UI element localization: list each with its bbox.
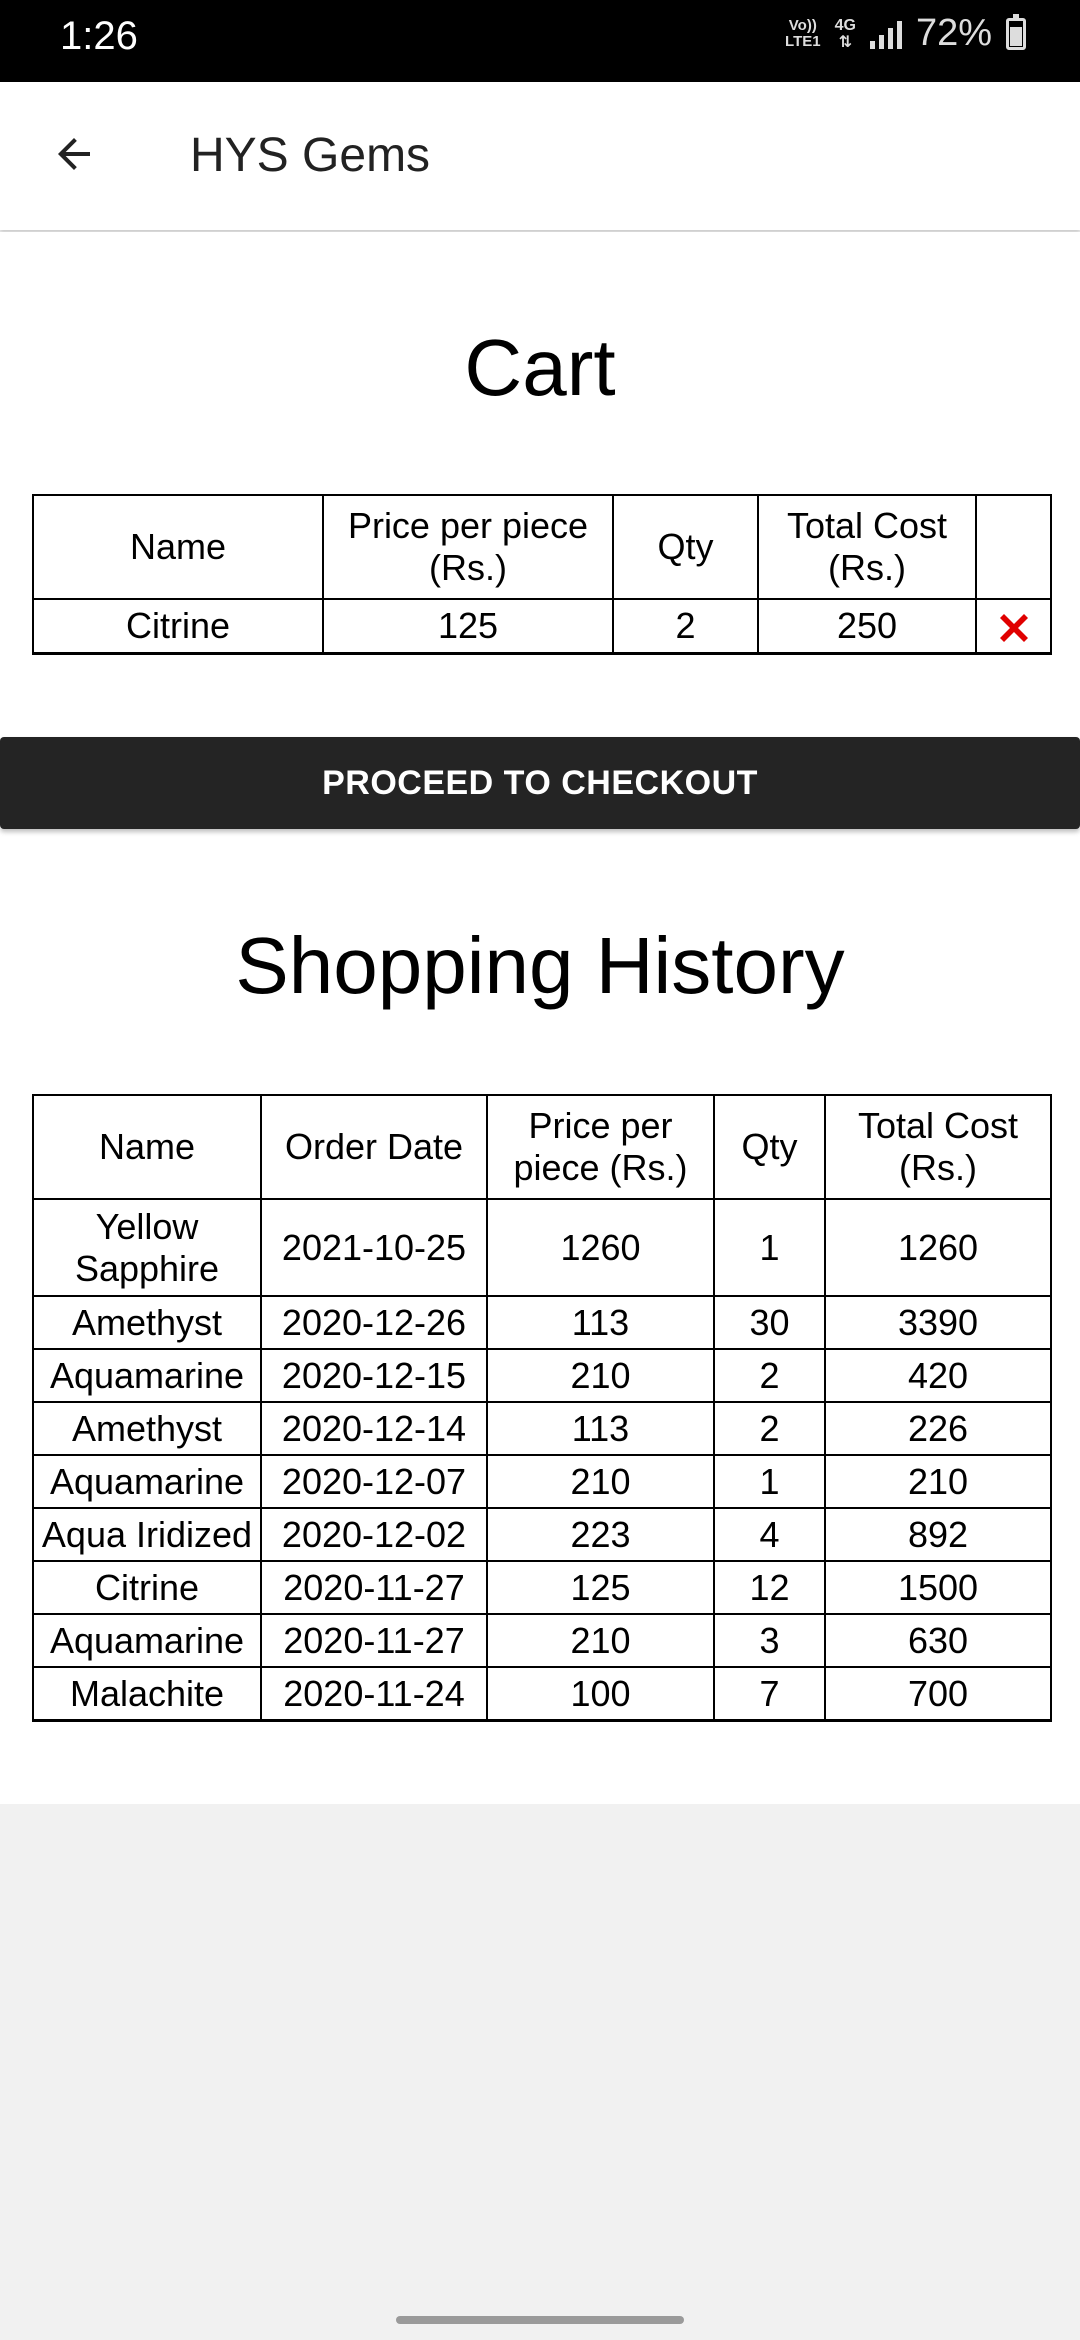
history-total: 3390 (824, 1295, 1052, 1350)
history-price: 210 (486, 1454, 715, 1509)
history-qty: 1 (713, 1198, 826, 1297)
history-name: Amethyst (32, 1401, 262, 1456)
history-qty: 1 (713, 1454, 826, 1509)
history-date: 2020-11-27 (260, 1560, 488, 1615)
lte-label: LTE1 (785, 32, 821, 50)
history-header-qty: Qty (713, 1094, 826, 1200)
history-name: Malachite (32, 1666, 262, 1722)
history-name: Amethyst (32, 1295, 262, 1350)
history-qty: 7 (713, 1666, 826, 1722)
battery-percent: 72% (915, 12, 992, 54)
cart-header-qty: Qty (612, 494, 759, 600)
history-price: 113 (486, 1295, 715, 1350)
history-name: Aquamarine (32, 1348, 262, 1403)
history-row: Yellow Sapphire 2021-10-25 1260 1 1260 (32, 1198, 1052, 1297)
status-icons: Vo)) LTE1 4G ⇅ 72% (785, 12, 1026, 55)
history-price: 125 (486, 1560, 715, 1615)
cart-header-action (975, 494, 1052, 600)
history-price: 210 (486, 1613, 715, 1668)
cart-item-qty: 2 (612, 598, 759, 655)
history-row: Aquamarine 2020-12-07 210 1 210 (32, 1454, 1052, 1509)
cart-item-total: 250 (757, 598, 977, 655)
cart-header-total: Total Cost (Rs.) (757, 494, 977, 600)
history-header-name: Name (32, 1094, 262, 1200)
app-title: HYS Gems (190, 129, 431, 182)
history-price: 210 (486, 1348, 715, 1403)
history-name: Aquamarine (32, 1613, 262, 1668)
status-time: 1:26 (60, 14, 138, 58)
history-row: Aquamarine 2020-11-27 210 3 630 (32, 1613, 1052, 1668)
network-4g-indicator: 4G ⇅ (835, 17, 856, 51)
cart-item-delete-cell (975, 598, 1052, 655)
history-total: 700 (824, 1666, 1052, 1722)
history-date: 2020-11-27 (260, 1613, 488, 1668)
history-qty: 2 (713, 1401, 826, 1456)
cart-row: Citrine 125 2 250 (32, 598, 1052, 655)
cart-item-price: 125 (322, 598, 614, 655)
history-qty: 30 (713, 1295, 826, 1350)
history-row: Amethyst 2020-12-14 113 2 226 (32, 1401, 1052, 1456)
history-qty: 4 (713, 1507, 826, 1562)
back-button[interactable] (38, 118, 110, 190)
history-header-row: Name Order Date Price per piece (Rs.) Qt… (32, 1094, 1052, 1200)
arrow-back-icon (58, 138, 90, 170)
main-content: Cart Name Price per piece (Rs.) Qty Tota… (0, 232, 1080, 1804)
history-header-price: Price per piece (Rs.) (486, 1094, 715, 1200)
cart-item-name: Citrine (32, 598, 324, 655)
history-total: 210 (824, 1454, 1052, 1509)
history-price: 1260 (486, 1198, 715, 1297)
status-bar: 1:26 Vo)) LTE1 4G ⇅ 72% (0, 0, 1080, 82)
battery-icon (1006, 13, 1026, 50)
history-header-date: Order Date (260, 1094, 488, 1200)
history-date: 2020-12-26 (260, 1295, 488, 1350)
history-name: Citrine (32, 1560, 262, 1615)
history-row: Malachite 2020-11-24 100 7 700 (32, 1666, 1052, 1722)
cart-header-name: Name (32, 494, 324, 600)
history-total: 630 (824, 1613, 1052, 1668)
history-header-total: Total Cost (Rs.) (824, 1094, 1052, 1200)
signal-strength-icon (869, 19, 902, 49)
history-name: Aqua Iridized (32, 1507, 262, 1562)
history-total: 1260 (824, 1198, 1052, 1297)
volte-indicator: Vo)) LTE1 (785, 16, 821, 50)
history-date: 2020-12-14 (260, 1401, 488, 1456)
history-name: Aquamarine (32, 1454, 262, 1509)
shopping-history-title: Shopping History (235, 921, 845, 1010)
history-price: 223 (486, 1507, 715, 1562)
remove-item-button[interactable] (994, 608, 1034, 648)
history-date: 2021-10-25 (260, 1198, 488, 1297)
close-x-icon (999, 613, 1028, 642)
history-name: Yellow Sapphire (32, 1198, 262, 1297)
history-row: Aquamarine 2020-12-15 210 2 420 (32, 1348, 1052, 1403)
app-bar: HYS Gems (0, 82, 1080, 230)
volte-label: Vo)) (788, 16, 817, 34)
network-type-label: 4G (834, 16, 856, 34)
history-qty: 2 (713, 1348, 826, 1403)
proceed-to-checkout-button[interactable]: PROCEED TO CHECKOUT (0, 737, 1080, 829)
history-qty: 3 (713, 1613, 826, 1668)
home-gesture-bar[interactable] (396, 2316, 684, 2324)
cart-table: Name Price per piece (Rs.) Qty Total Cos… (32, 494, 1052, 655)
history-total: 1500 (824, 1560, 1052, 1615)
history-row: Citrine 2020-11-27 125 12 1500 (32, 1560, 1052, 1615)
history-row: Amethyst 2020-12-26 113 30 3390 (32, 1295, 1052, 1350)
data-arrows-icon: ⇅ (838, 33, 852, 51)
history-total: 226 (824, 1401, 1052, 1456)
cart-title: Cart (464, 323, 616, 412)
history-date: 2020-12-02 (260, 1507, 488, 1562)
history-total: 892 (824, 1507, 1052, 1562)
history-date: 2020-12-07 (260, 1454, 488, 1509)
history-date: 2020-11-24 (260, 1666, 488, 1722)
history-date: 2020-12-15 (260, 1348, 488, 1403)
cart-header-row: Name Price per piece (Rs.) Qty Total Cos… (32, 494, 1052, 600)
history-total: 420 (824, 1348, 1052, 1403)
history-qty: 12 (713, 1560, 826, 1615)
history-price: 100 (486, 1666, 715, 1722)
cart-header-price: Price per piece (Rs.) (322, 494, 614, 600)
shopping-history-table: Name Order Date Price per piece (Rs.) Qt… (32, 1094, 1052, 1722)
history-price: 113 (486, 1401, 715, 1456)
history-row: Aqua Iridized 2020-12-02 223 4 892 (32, 1507, 1052, 1562)
